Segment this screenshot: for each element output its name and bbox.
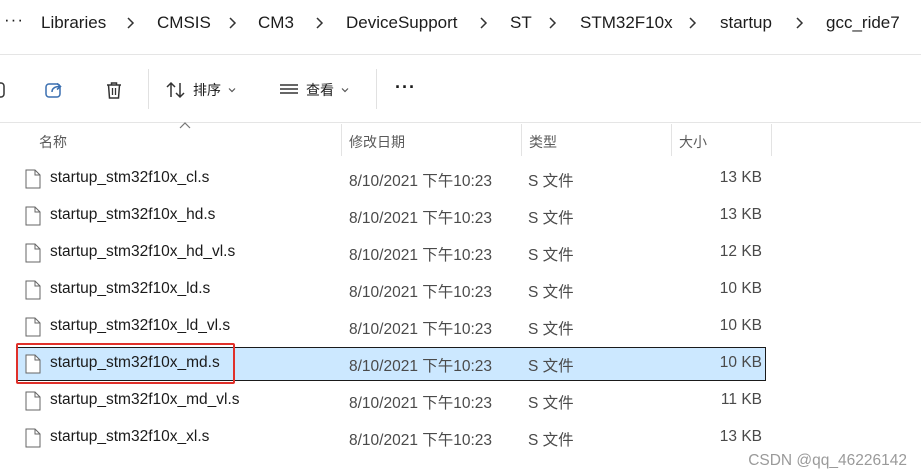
file-size: 10 KB <box>719 280 762 297</box>
file-date: 8/10/2021 下午10:23 <box>349 321 493 338</box>
file-type: S 文件 <box>528 210 574 227</box>
command-bar: 排序 查看 ··· <box>0 55 921 123</box>
watermark: CSDN @qq_46226142 <box>748 452 907 469</box>
breadcrumb-item-stm32f10x[interactable]: STM32F10x <box>580 13 673 33</box>
delete-button[interactable] <box>104 75 124 105</box>
chevron-right-icon[interactable] <box>226 16 240 30</box>
chevron-down-icon <box>228 88 236 93</box>
toolbar-separator <box>376 69 377 109</box>
file-name: startup_stm32f10x_ld.s <box>50 280 211 297</box>
address-bar: ··· Libraries CMSIS CM3 DeviceSupport ST… <box>0 0 921 50</box>
file-type: S 文件 <box>528 395 574 412</box>
file-type: S 文件 <box>528 432 574 449</box>
sort-ascending-icon <box>179 122 191 129</box>
chevron-right-icon[interactable] <box>686 16 700 30</box>
breadcrumb-item-devicesupport[interactable]: DeviceSupport <box>346 13 458 33</box>
file-date: 8/10/2021 下午10:23 <box>349 358 493 375</box>
file-icon <box>25 391 41 411</box>
file-date: 8/10/2021 下午10:23 <box>349 210 493 227</box>
view-list-icon <box>280 84 298 94</box>
view-label: 查看 <box>306 82 334 98</box>
column-header-type[interactable]: 类型 <box>529 132 557 152</box>
column-separator[interactable] <box>771 124 772 156</box>
file-icon <box>25 206 41 226</box>
file-icon <box>25 243 41 263</box>
column-header-size[interactable]: 大小 <box>679 132 707 152</box>
file-row[interactable]: startup_stm32f10x_ld_vl.s 8/10/2021 下午10… <box>17 310 766 344</box>
more-options-button[interactable]: ··· <box>395 72 416 102</box>
share-icon <box>45 82 62 98</box>
breadcrumb-overflow-button[interactable]: ··· <box>4 10 24 30</box>
file-date: 8/10/2021 下午10:23 <box>349 395 493 412</box>
toolbar-separator <box>148 69 149 109</box>
file-icon <box>25 169 41 189</box>
file-type: S 文件 <box>528 321 574 338</box>
file-icon <box>25 428 41 448</box>
file-date: 8/10/2021 下午10:23 <box>349 432 493 449</box>
column-separator[interactable] <box>671 124 672 156</box>
sort-label: 排序 <box>193 82 221 98</box>
file-size: 11 KB <box>720 391 762 408</box>
chevron-right-icon[interactable] <box>546 16 560 30</box>
breadcrumb-item-cmsis[interactable]: CMSIS <box>157 13 211 33</box>
sort-button[interactable]: 排序 <box>165 75 237 105</box>
copy-icon <box>0 82 5 98</box>
highlight-annotation <box>16 343 235 384</box>
file-icon <box>25 317 41 337</box>
file-date: 8/10/2021 下午10:23 <box>349 284 493 301</box>
chevron-right-icon[interactable] <box>793 16 807 30</box>
file-name: startup_stm32f10x_hd_vl.s <box>50 243 236 260</box>
file-size: 10 KB <box>719 317 762 334</box>
sort-icon <box>166 81 185 99</box>
breadcrumb-item-libraries[interactable]: Libraries <box>41 13 106 33</box>
file-row[interactable]: startup_stm32f10x_xl.s 8/10/2021 下午10:23… <box>17 421 766 455</box>
file-name: startup_stm32f10x_hd.s <box>50 206 216 223</box>
file-size: 12 KB <box>719 243 762 260</box>
file-name: startup_stm32f10x_ld_vl.s <box>50 317 231 334</box>
file-type: S 文件 <box>528 358 574 375</box>
divider <box>0 122 921 123</box>
share-button[interactable] <box>44 75 64 105</box>
chevron-right-icon[interactable] <box>477 16 491 30</box>
file-row[interactable]: startup_stm32f10x_cl.s 8/10/2021 下午10:23… <box>17 162 766 196</box>
breadcrumb-item-st[interactable]: ST <box>510 13 532 33</box>
file-size: 13 KB <box>719 169 762 186</box>
file-type: S 文件 <box>528 247 574 264</box>
copy-button[interactable] <box>0 75 6 105</box>
trash-icon <box>107 82 121 99</box>
breadcrumb-item-gcc-ride7[interactable]: gcc_ride7 <box>826 13 900 33</box>
file-size: 13 KB <box>719 206 762 223</box>
view-button[interactable]: 查看 <box>278 75 350 105</box>
file-name: startup_stm32f10x_xl.s <box>50 428 210 445</box>
file-row[interactable]: startup_stm32f10x_hd.s 8/10/2021 下午10:23… <box>17 199 766 233</box>
file-size: 10 KB <box>719 354 762 371</box>
column-header-date[interactable]: 修改日期 <box>349 132 405 152</box>
file-size: 13 KB <box>719 428 762 445</box>
file-row[interactable]: startup_stm32f10x_hd_vl.s 8/10/2021 下午10… <box>17 236 766 270</box>
file-name: startup_stm32f10x_cl.s <box>50 169 210 186</box>
file-name: startup_stm32f10x_md_vl.s <box>50 391 240 408</box>
column-header-name[interactable]: 名称 <box>39 132 67 152</box>
column-separator[interactable] <box>521 124 522 156</box>
chevron-down-icon <box>341 88 349 93</box>
file-date: 8/10/2021 下午10:23 <box>349 247 493 264</box>
file-type: S 文件 <box>528 173 574 190</box>
file-row[interactable]: startup_stm32f10x_ld.s 8/10/2021 下午10:23… <box>17 273 766 307</box>
breadcrumb-item-startup[interactable]: startup <box>720 13 772 33</box>
column-separator[interactable] <box>341 124 342 156</box>
chevron-right-icon[interactable] <box>124 16 138 30</box>
file-icon <box>25 280 41 300</box>
file-type: S 文件 <box>528 284 574 301</box>
breadcrumb-item-cm3[interactable]: CM3 <box>258 13 294 33</box>
chevron-right-icon[interactable] <box>313 16 327 30</box>
file-row[interactable]: startup_stm32f10x_md_vl.s 8/10/2021 下午10… <box>17 384 766 418</box>
file-date: 8/10/2021 下午10:23 <box>349 173 493 190</box>
